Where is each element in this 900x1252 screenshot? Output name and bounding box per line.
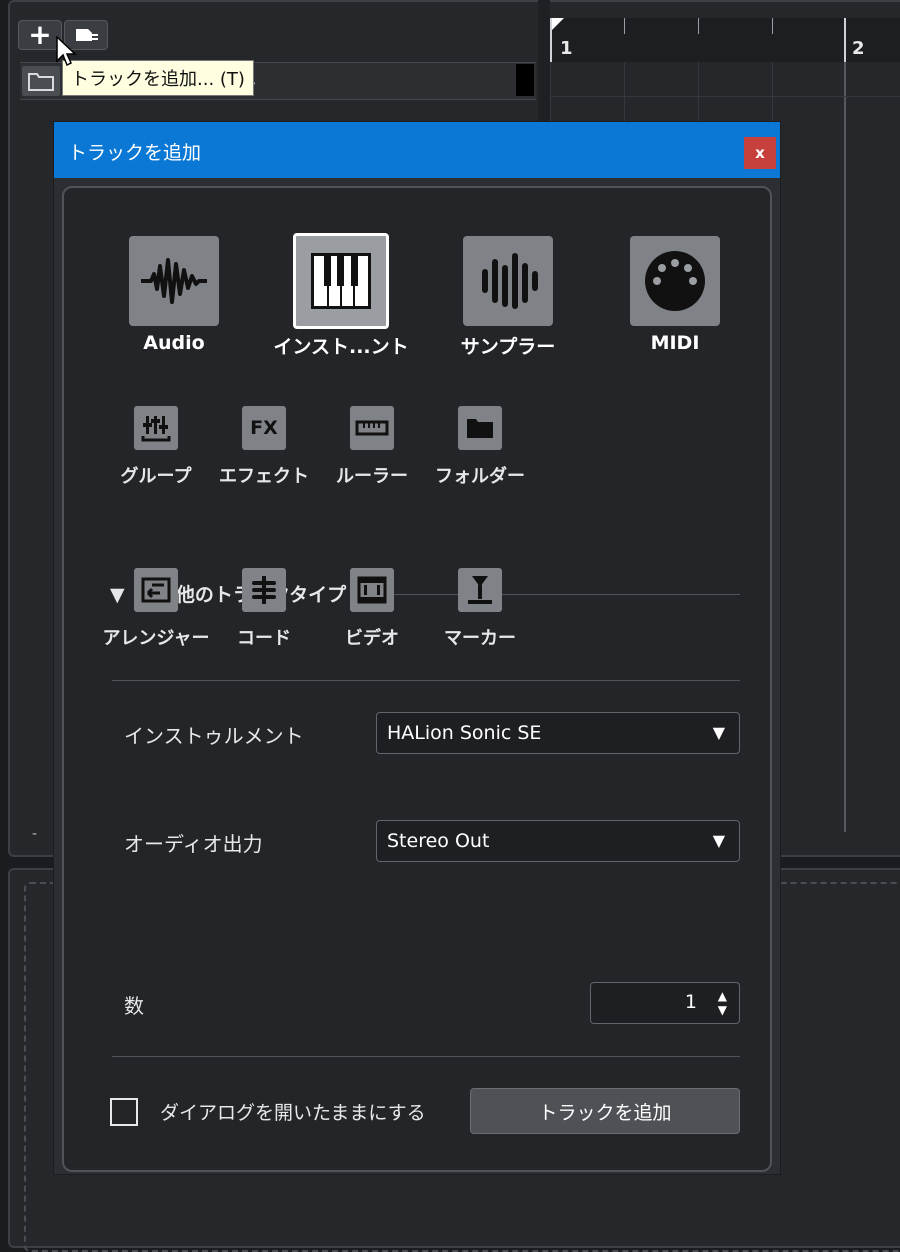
dialog-content-panel: Audio インスト...ント サンプラー MIDI グループ FX エフェクト… [62,186,772,1172]
ruler-track-button[interactable] [350,406,394,450]
close-icon: x [755,144,765,162]
folder-track-button[interactable] [458,406,502,450]
chord-track-button[interactable] [242,568,286,612]
track-meter [516,64,534,96]
add-track-dialog: トラックを追加 x Audio インスト...ント サンプラー MIDI グルー… [54,122,780,1174]
ruler-tick [772,18,773,34]
video-track-button[interactable] [350,568,394,612]
fx-track-label: エフェクト [219,466,309,487]
grid-bar-line [844,62,846,832]
arranger-track-button[interactable] [134,568,178,612]
dialog-title: トラックを追加 [68,142,202,164]
ruler-tick [698,18,699,34]
close-button[interactable]: x [744,137,776,169]
piano-keys-icon [311,253,371,309]
dialog-titlebar[interactable]: トラックを追加 x [54,122,780,178]
instrument-value: HALion Sonic SE [387,722,542,744]
audio-output-label: オーディオ出力 [124,832,263,856]
ruler-bar-number: 1 [560,38,573,59]
count-label: 数 [124,994,144,1018]
dropdown-arrow-icon: ▼ [712,723,725,742]
audio-output-value: Stereo Out [387,830,490,852]
ruler-tick [624,18,625,34]
ruler-bar-line [550,18,552,62]
keep-dialog-open-checkbox[interactable] [110,1098,138,1126]
sampler-bars-icon [482,253,538,309]
plus-icon: + [28,18,52,51]
marker-icon [468,576,492,604]
group-fader-icon [141,416,171,442]
audio-track-button[interactable] [129,236,219,326]
timeline-ruler[interactable]: 1 2 [550,18,900,62]
folder-icon [467,419,493,438]
midi-din-icon [645,251,705,311]
keep-dialog-open-label[interactable]: ダイアログを開いたままにする [160,1098,426,1125]
video-track-label: ビデオ [345,628,399,649]
group-track-label: グループ [120,466,192,487]
marker-track-button[interactable] [458,568,502,612]
sampler-track-label: サンプラー [460,336,556,358]
count-value: 1 [684,991,697,1013]
ruler-bar-line [844,18,846,62]
audio-waveform-icon [141,258,207,304]
status-dash: - [32,826,38,842]
folder-track-icon [22,66,60,96]
increment-arrow-icon[interactable]: ▲ [718,990,727,1002]
midi-track-label: MIDI [650,332,700,354]
disclosure-triangle-icon: ▼ [110,584,125,606]
ruler-bar-number: 2 [852,38,865,59]
chord-track-label: コード [237,628,291,649]
instrument-select[interactable]: HALion Sonic SE ▼ [376,712,740,754]
divider [112,1056,740,1057]
video-film-icon [357,576,387,604]
mouse-cursor-icon [56,36,77,67]
fx-track-button[interactable]: FX [242,406,286,450]
add-track-tooltip: トラックを追加... (T) [62,60,254,96]
arranger-icon [141,577,171,603]
folder-track-label: フォルダー [435,466,525,487]
add-track-button[interactable]: トラックを追加 [470,1088,740,1134]
sampler-track-button[interactable] [463,236,553,326]
instrument-track-button[interactable] [293,233,389,329]
count-stepper[interactable]: 1 ▲ ▼ [590,982,740,1024]
divider [112,680,740,681]
decrement-arrow-icon[interactable]: ▼ [718,1004,727,1016]
arranger-track-label: アレンジャー [102,628,210,649]
ruler-corner-marker [550,18,564,32]
dropdown-arrow-icon: ▼ [712,831,725,850]
audio-output-select[interactable]: Stereo Out ▼ [376,820,740,862]
ruler-track-label: ルーラー [336,466,408,487]
fx-icon: FX [250,417,278,439]
marker-track-label: マーカー [444,628,516,649]
audio-track-label: Audio [143,332,205,354]
grid-row-line [550,96,900,97]
chord-icon [252,576,276,604]
section-divider [360,594,740,595]
group-track-button[interactable] [134,406,178,450]
midi-track-button[interactable] [630,236,720,326]
instrument-track-label: インスト...ント [273,336,409,358]
ruler-icon [355,420,389,436]
instrument-label: インストゥルメント [124,724,304,748]
